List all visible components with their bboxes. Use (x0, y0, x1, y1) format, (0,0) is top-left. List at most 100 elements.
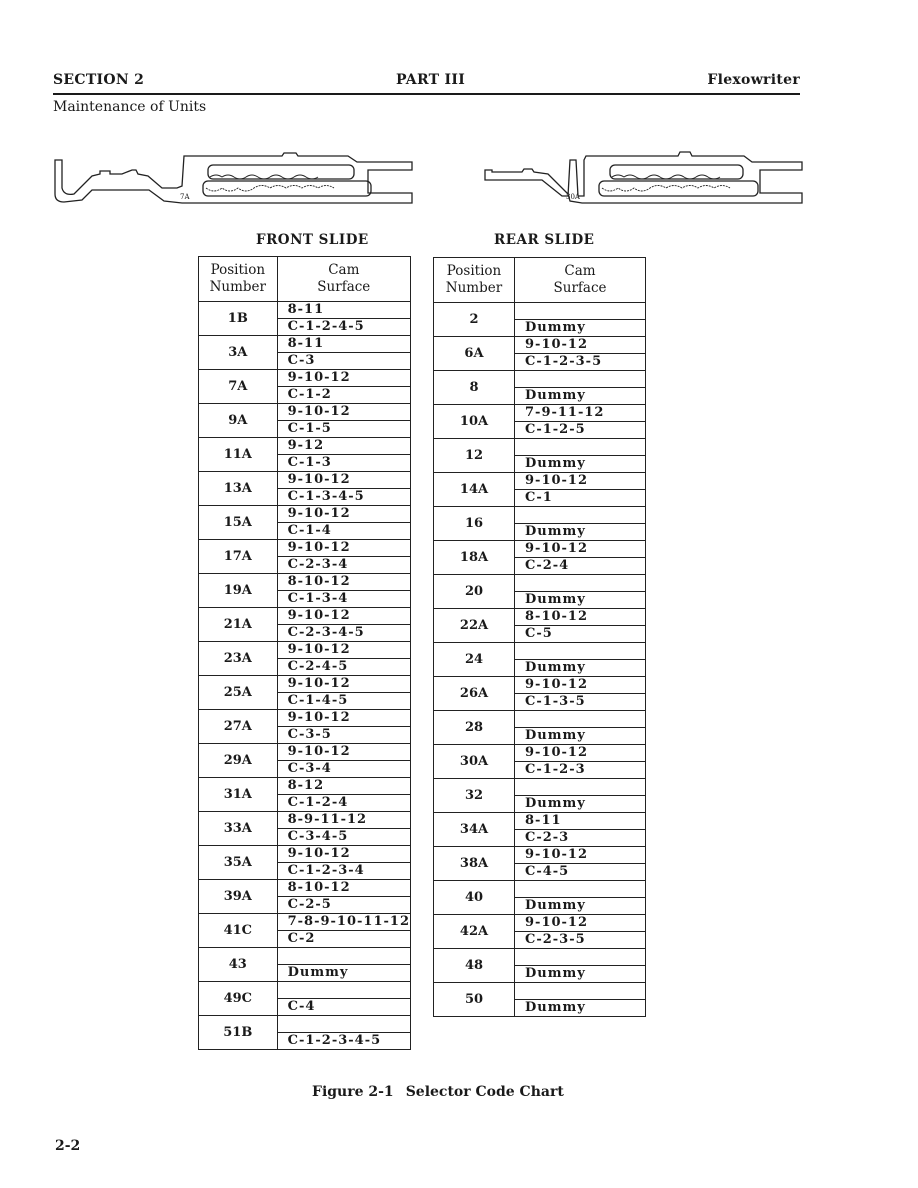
position-number-cell: 39A (198, 879, 278, 914)
header-line: Surface (553, 280, 607, 296)
position-number-cell: 41C (198, 913, 278, 948)
rear-slide-diagram: 30A (482, 146, 804, 212)
cam-surface-cell: Dummy (514, 948, 646, 983)
cam-surface-upper (515, 711, 645, 728)
cam-surface-cell: 9-10-12 C-2-3-5 (514, 914, 646, 949)
cam-surface-lower: C-1-2-3-4 (287, 863, 365, 878)
position-number-cell: 9A (198, 403, 278, 438)
cam-surface-upper: 8-10-12 (277, 574, 410, 591)
table-row: 16 Dummy (433, 506, 646, 541)
position-number-cell: 38A (433, 846, 515, 881)
table-row: 7A 9-10-12 C-1-2 (198, 369, 412, 404)
position-number-cell: 16 (433, 506, 515, 541)
rear-slide-table: Position Number Cam Surface 2 Dummy 6A 9-10… (433, 257, 646, 1017)
position-number-cell: 11A (198, 437, 278, 472)
cam-surface-lower: Dummy (287, 965, 349, 980)
cam-surface-lower: C-1-3-4 (287, 591, 349, 606)
position-number-cell: 29A (198, 743, 278, 778)
cam-surface-lower: C-1-3-5 (525, 694, 586, 709)
position-number-cell: 12 (433, 438, 515, 473)
cam-surface-upper: 9-10-12 (277, 744, 410, 761)
cam-surface-upper: 8-10-12 (277, 880, 410, 897)
position-number-cell: 2 (433, 302, 515, 337)
table-row: 21A 9-10-12 C-2-3-4-5 (198, 607, 412, 642)
product-label: Flexowriter (707, 72, 800, 88)
position-number-cell: 31A (198, 777, 278, 812)
position-number-cell: 24 (433, 642, 515, 677)
front-slide-table: Position Number Cam Surface 1B 8-11 C-1-2-… (198, 256, 412, 1050)
cam-surface-lower: Dummy (525, 728, 586, 743)
table-row: 19A 8-10-12 C-1-3-4 (198, 573, 412, 608)
position-number-cell: 43 (198, 947, 278, 982)
cam-surface-upper (515, 643, 645, 660)
position-number-cell: 30A (433, 744, 515, 779)
cam-surface-upper (515, 779, 645, 796)
cam-surface-upper (515, 507, 645, 524)
table-row: 6A 9-10-12 C-1-2-3-5 (433, 336, 646, 371)
cam-surface-cell: 8-12 C-1-2-4 (276, 777, 412, 812)
position-number-cell: 32 (433, 778, 515, 813)
table-row: 48 Dummy (433, 948, 646, 983)
cam-surface-upper: 8-9-11-12 (277, 812, 410, 829)
cam-surface-lower: C-1-2-4-5 (287, 319, 365, 334)
cam-surface-cell: Dummy (276, 947, 412, 982)
cam-surface-upper: 9-10-12 (515, 915, 645, 932)
cam-surface-cell: 9-10-12 C-1-2-3-4 (276, 845, 412, 880)
cam-surface-cell: 9-10-12 C-2-4-5 (276, 641, 412, 676)
cam-surface-upper (277, 948, 410, 965)
table-row: 12 Dummy (433, 438, 646, 473)
cam-surface-lower: C-1-2 (287, 387, 332, 402)
cam-surface-upper (515, 881, 645, 898)
cam-surface-cell: 9-10-12 C-1-3-5 (514, 676, 646, 711)
cam-surface-upper (277, 982, 410, 999)
cam-surface-cell: 9-10-12 C-3-5 (276, 709, 412, 744)
cam-surface-lower: C-2-3-5 (525, 932, 586, 947)
cam-surface-lower: C-1 (525, 490, 553, 505)
cam-surface-lower: C-5 (525, 626, 553, 641)
cam-surface-cell: 8-10-12 C-2-5 (276, 879, 412, 914)
cam-surface-lower: C-2-3-4 (287, 557, 349, 572)
cam-surface-upper: 8-11 (515, 813, 645, 830)
cam-surface-cell: 8-11 C-2-3 (514, 812, 646, 847)
position-number-cell: 25A (198, 675, 278, 710)
table-row: 24 Dummy (433, 642, 646, 677)
table-row: 43 Dummy (198, 947, 412, 982)
header-line: Number (209, 279, 266, 295)
position-number-cell: 8 (433, 370, 515, 405)
cam-surface-upper: 9-10-12 (277, 642, 410, 659)
header-line: Surface (317, 279, 371, 295)
cam-surface-lower: C-4 (287, 999, 316, 1014)
table-row: 15A 9-10-12 C-1-4 (198, 505, 412, 540)
cam-surface-upper: 9-10-12 (515, 847, 645, 864)
table-row: 20 Dummy (433, 574, 646, 609)
position-number-cell: 49C (198, 981, 278, 1016)
cam-surface-lower: Dummy (525, 898, 586, 913)
position-number-cell: 3A (198, 335, 278, 370)
position-number-cell: 26A (433, 676, 515, 711)
cam-surface-lower: C-1-5 (287, 421, 332, 436)
table-row: 35A 9-10-12 C-1-2-3-4 (198, 845, 412, 880)
cam-surface-cell: C-1-2-3-4-5 (276, 1015, 412, 1050)
table-row: 25A 9-10-12 C-1-4-5 (198, 675, 412, 710)
table-row: 23A 9-10-12 C-2-4-5 (198, 641, 412, 676)
cam-surface-upper: 7-9-11-12 (515, 405, 645, 422)
cam-surface-cell: 8-10-12 C-5 (514, 608, 646, 643)
table-row: 39A 8-10-12 C-2-5 (198, 879, 412, 914)
position-number-cell: 42A (433, 914, 515, 949)
cam-surface-lower: C-1-3 (287, 455, 332, 470)
cam-surface-cell: Dummy (514, 982, 646, 1017)
table-row: 40 Dummy (433, 880, 646, 915)
table-row: 31A 8-12 C-1-2-4 (198, 777, 412, 812)
cam-surface-cell: Dummy (514, 370, 646, 405)
position-number-cell: 7A (198, 369, 278, 404)
cam-surface-cell: 9-10-12 C-1-5 (276, 403, 412, 438)
cam-surface-cell: 9-10-12 C-2-3-4 (276, 539, 412, 574)
rear-diagram-label: 30A (566, 193, 580, 201)
cam-surface-cell: 9-10-12 C-1-2-3 (514, 744, 646, 779)
cam-surface-lower: C-2-3 (525, 830, 570, 845)
cam-surface-cell: 9-10-12 C-3-4 (276, 743, 412, 778)
table-row: 17A 9-10-12 C-2-3-4 (198, 539, 412, 574)
cam-surface-cell: 7-8-9-10-11-12 C-2 (276, 913, 412, 948)
cam-surface-upper: 9-10-12 (277, 608, 410, 625)
position-number-cell: 35A (198, 845, 278, 880)
